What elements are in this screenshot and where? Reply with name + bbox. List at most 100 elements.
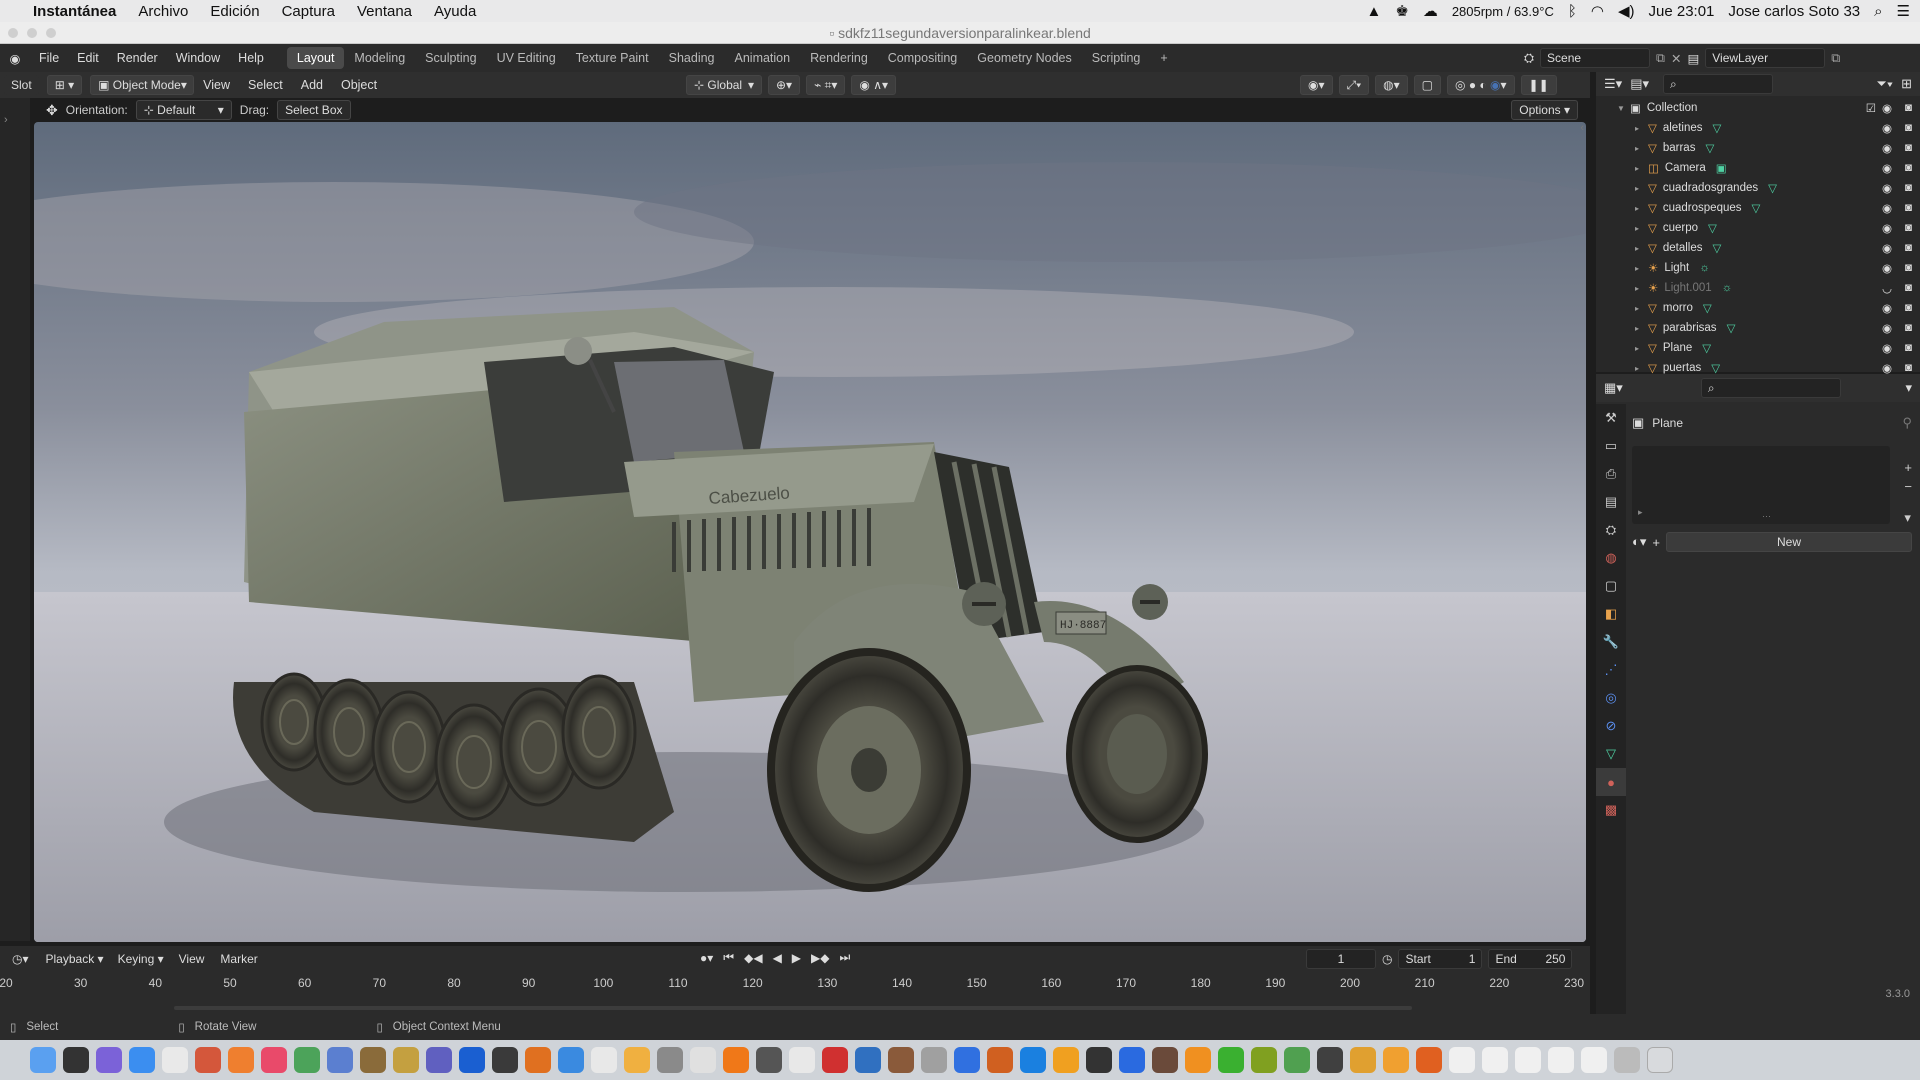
dock-app-icon[interactable] (756, 1047, 782, 1073)
collapse-icon[interactable]: ▼ (1616, 104, 1626, 113)
dock-app-icon[interactable] (393, 1047, 419, 1073)
record-icon[interactable]: ●▾ (700, 951, 713, 965)
dock-app-icon[interactable] (1119, 1047, 1145, 1073)
outliner-item[interactable]: ▸ ☀ Light.001 ☼ ◡ ◙ (1596, 278, 1920, 298)
dock-app-icon[interactable] (855, 1047, 881, 1073)
transform-orientation-dropdown[interactable]: ⊹ Global ▾ (686, 75, 762, 95)
camera-icon[interactable]: ◙ (1905, 142, 1912, 154)
dock-app-icon[interactable] (591, 1047, 617, 1073)
expand-icon[interactable]: ▸ (1632, 164, 1642, 173)
dock-app-icon[interactable] (360, 1047, 386, 1073)
output-tab-icon[interactable]: ⎙ (1596, 460, 1626, 488)
checkbox-icon[interactable]: ☑ (1866, 101, 1876, 115)
tab-uv-editing[interactable]: UV Editing (487, 47, 566, 69)
menu-file[interactable]: File (30, 51, 68, 65)
rendered-shading-icon[interactable]: ◉ (1490, 78, 1500, 92)
mesh-data-icon[interactable]: ▽ (1752, 201, 1761, 215)
view-layer-selector[interactable]: ViewLayer (1705, 48, 1826, 68)
world-tab-icon[interactable]: ◍ (1596, 544, 1626, 572)
dock-app-icon[interactable] (195, 1047, 221, 1073)
dock-app-icon[interactable] (789, 1047, 815, 1073)
slot-button[interactable]: Slot (4, 75, 39, 95)
menu-view[interactable]: View (194, 78, 239, 92)
new-collection-icon[interactable]: ⊞ (1901, 76, 1912, 92)
dock-app-icon[interactable] (327, 1047, 353, 1073)
dock-app-icon[interactable] (1152, 1047, 1178, 1073)
eye-icon[interactable]: ◉ (1882, 301, 1892, 315)
expand-icon[interactable]: ▸ (1632, 224, 1642, 233)
menu-add[interactable]: Add (292, 78, 332, 92)
expand-icon[interactable]: ▸ (1632, 264, 1642, 273)
start-frame-field[interactable]: Start 1 (1398, 949, 1483, 969)
tab-layout[interactable]: Layout (286, 47, 345, 69)
dock-app-icon[interactable] (162, 1047, 188, 1073)
new-scene-icon[interactable]: ⧉ (1656, 51, 1665, 66)
cloud-icon[interactable]: ☁ (1423, 2, 1438, 20)
proportional-edit-icon[interactable]: ◉ ∧▾ (851, 75, 897, 95)
outliner-item[interactable]: ▸ ▽ Plane ▽ ◉ ◙ (1596, 338, 1920, 358)
editor-type-icon[interactable]: ⊞ ▾ (46, 75, 83, 95)
dock-app-icon[interactable] (96, 1047, 122, 1073)
properties-editor-icon[interactable]: ▦▾ (1604, 380, 1623, 396)
expand-toolbar-icon[interactable]: › (4, 114, 8, 126)
dock-app-icon[interactable] (954, 1047, 980, 1073)
dock-app-icon[interactable] (1251, 1047, 1277, 1073)
dock-app-icon[interactable] (1449, 1047, 1475, 1073)
expand-icon[interactable]: ▸ (1632, 184, 1642, 193)
dock-app-icon[interactable] (1053, 1047, 1079, 1073)
menu-object[interactable]: Object (332, 78, 386, 92)
dock-app-icon[interactable] (525, 1047, 551, 1073)
dock-app-icon[interactable] (921, 1047, 947, 1073)
app-menu[interactable]: Instantánea (22, 3, 127, 20)
menu-captura[interactable]: Captura (271, 3, 346, 20)
expand-icon[interactable]: ▸ (1632, 284, 1642, 293)
pivot-point-icon[interactable]: ⊕▾ (768, 75, 801, 95)
material-slot-list[interactable]: ▸ ⋯ (1632, 446, 1890, 524)
eye-icon[interactable]: ◉ (1882, 241, 1892, 255)
dock-app-icon[interactable] (1383, 1047, 1409, 1073)
scene-tab-icon[interactable]: ⛭ (1596, 516, 1626, 544)
dock-app-icon[interactable] (1581, 1047, 1607, 1073)
physics-tab-icon[interactable]: ◎ (1596, 684, 1626, 712)
menu-ayuda[interactable]: Ayuda (423, 3, 487, 20)
outliner-item[interactable]: ▸ ▽ barras ▽ ◉ ◙ (1596, 138, 1920, 158)
vlc-icon[interactable]: ▲ (1367, 3, 1382, 20)
outliner-item[interactable]: ▸ ▽ morro ▽ ◉ ◙ (1596, 298, 1920, 318)
dock-app-icon[interactable] (1086, 1047, 1112, 1073)
outliner-item[interactable]: ▸ ▽ parabrisas ▽ ◉ ◙ (1596, 318, 1920, 338)
view-layer-tab-icon[interactable]: ▤ (1596, 488, 1626, 516)
modifier-tab-icon[interactable]: 🔧 (1596, 628, 1626, 656)
options-button[interactable]: Options ▾ (1511, 100, 1578, 120)
camera-icon[interactable]: ◙ (1905, 162, 1912, 174)
collection-tab-icon[interactable]: ▢ (1596, 572, 1626, 600)
delete-scene-icon[interactable]: ✕ (1671, 51, 1681, 66)
gizmo-icon[interactable]: ⤢▾ (1338, 75, 1370, 95)
menu-edit[interactable]: Edit (68, 51, 108, 65)
eye-icon[interactable]: ◉ (1882, 101, 1892, 115)
scene-selector[interactable]: Scene (1540, 48, 1651, 68)
3d-viewport[interactable]: Cabezuelo HJ·8887 ‹ (34, 122, 1586, 942)
expand-icon[interactable]: ▸ (1632, 244, 1642, 253)
timeline-view-menu[interactable]: View (171, 952, 213, 966)
solid-shading-icon[interactable]: ● (1469, 78, 1476, 92)
expand-icon[interactable]: ▸ (1632, 304, 1642, 313)
tab-shading[interactable]: Shading (659, 47, 725, 69)
tab-geometry-nodes[interactable]: Geometry Nodes (967, 47, 1081, 69)
display-mode-icon[interactable]: ▤▾ (1630, 76, 1649, 92)
material-tab-icon[interactable]: ● (1596, 768, 1626, 796)
jump-end-icon[interactable]: ⏭ (840, 950, 851, 965)
menu-window[interactable]: Window (167, 51, 229, 65)
tab-texture-paint[interactable]: Texture Paint (566, 47, 659, 69)
light-data-icon[interactable]: ☼ (1699, 262, 1710, 274)
menu-render[interactable]: Render (108, 51, 167, 65)
camera-icon[interactable]: ◙ (1905, 262, 1912, 274)
properties-search-input[interactable]: ⌕ (1700, 378, 1841, 398)
blender-logo-icon[interactable]: ◉ (0, 51, 30, 66)
chevron-down-icon[interactable]: ▾ (1905, 380, 1912, 396)
mesh-data-icon[interactable]: ▽ (1705, 141, 1714, 155)
dock-app-icon[interactable] (690, 1047, 716, 1073)
mesh-data-icon[interactable]: ▽ (1711, 361, 1720, 375)
wifi-icon[interactable]: ◠ (1591, 2, 1604, 20)
dock-app-icon[interactable] (723, 1047, 749, 1073)
timeline-editor-icon[interactable]: ◷▾ (12, 952, 29, 966)
